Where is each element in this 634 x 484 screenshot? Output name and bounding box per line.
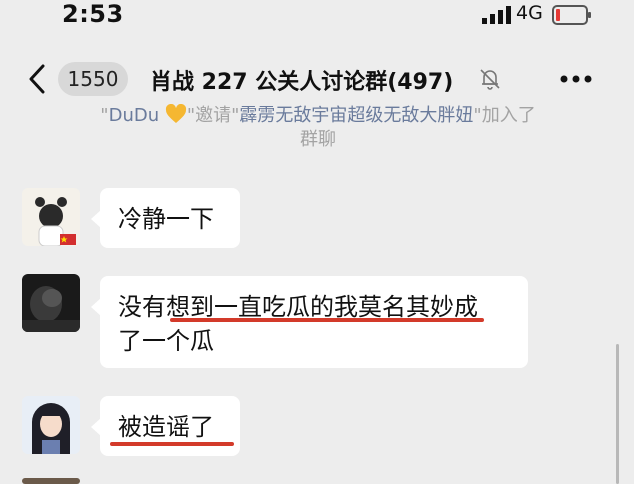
- message-text: 冷静一下: [118, 205, 214, 233]
- sender-avatar[interactable]: [22, 396, 80, 454]
- avatar-dark-photo-image: [22, 274, 80, 332]
- notice-verb: 邀请: [195, 105, 232, 126]
- sender-avatar[interactable]: [22, 274, 80, 332]
- system-join-notice: "DuDu "邀请"霹雳无敌宇宙超级无敌大胖妞"加入了 群聊: [50, 104, 586, 152]
- inviter-name[interactable]: DuDu: [109, 105, 160, 126]
- avatar-cartoon-girl-image: [22, 188, 80, 246]
- invitee-name[interactable]: 霹雳无敌宇宙超级无敌大胖妞: [239, 105, 473, 126]
- more-options-icon[interactable]: [560, 74, 592, 84]
- battery-low-icon: [552, 5, 591, 25]
- yellow-heart-icon: [165, 104, 186, 123]
- message-text-line2: 了一个瓜: [118, 327, 214, 355]
- scrollbar[interactable]: [616, 344, 619, 484]
- back-arrow-icon[interactable]: [28, 64, 46, 94]
- message-bubble[interactable]: 冷静一下: [91, 188, 240, 248]
- chat-header: 1550 肖战 227 公关人讨论群(497): [0, 34, 634, 110]
- mute-bell-icon: [480, 69, 500, 90]
- sender-avatar[interactable]: [22, 478, 80, 484]
- unread-count-badge[interactable]: 1550: [58, 62, 128, 96]
- message-text: 被造谣了: [118, 413, 214, 441]
- message-bubble[interactable]: 被造谣了: [91, 396, 240, 456]
- sender-avatar[interactable]: [22, 188, 80, 246]
- chat-title: 肖战 227 公关人讨论群(497): [150, 70, 454, 95]
- red-underline-annotation: [110, 442, 234, 446]
- notice-quote: ": [186, 105, 196, 126]
- notice-line2: 群聊: [300, 129, 336, 150]
- red-underline-annotation: [170, 318, 484, 322]
- status-bar: 2:53 4G: [0, 0, 634, 34]
- avatar-girl-photo-image: [22, 396, 80, 454]
- status-time: 2:53: [62, 0, 124, 28]
- notice-tail: "加入了: [473, 105, 536, 126]
- message-bubble[interactable]: 没有想到一直吃瓜的我莫名其妙成 了一个瓜: [91, 276, 528, 368]
- network-label: 4G: [516, 2, 543, 24]
- signal-icon: [482, 6, 511, 24]
- notice-quote: ": [100, 105, 109, 126]
